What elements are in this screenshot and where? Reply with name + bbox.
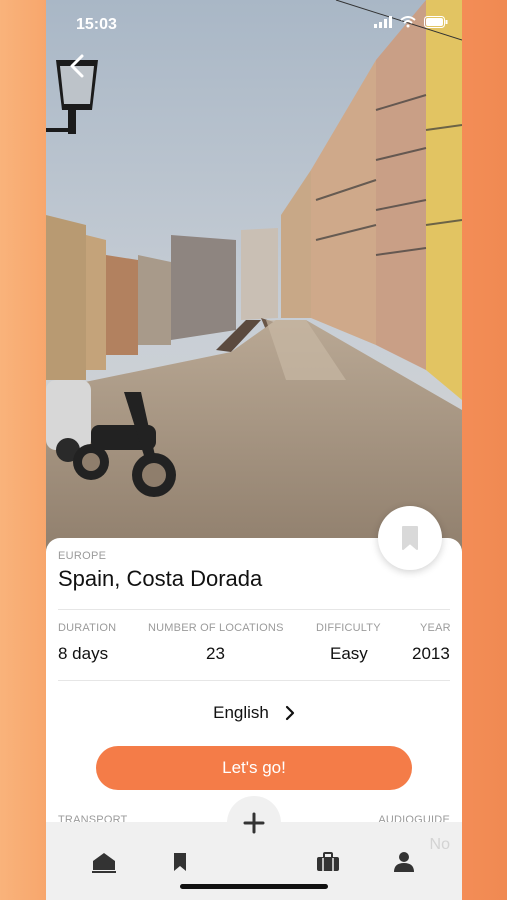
divider <box>58 680 450 681</box>
status-icons <box>374 16 448 28</box>
audioguide-value: No <box>429 836 450 853</box>
back-button[interactable] <box>64 52 92 80</box>
chevron-right-icon <box>285 705 294 721</box>
duration-label: DURATION <box>58 622 117 634</box>
tab-profile[interactable] <box>390 848 418 876</box>
year-label: YEAR <box>420 622 451 634</box>
bookmark-icon <box>402 526 418 550</box>
wifi-icon <box>400 16 416 28</box>
locations-label: NUMBER OF LOCATIONS <box>148 622 284 634</box>
tab-home[interactable] <box>90 848 118 876</box>
destination-photo <box>46 0 462 560</box>
language-value: English <box>213 703 269 722</box>
year-value: 2013 <box>412 644 450 663</box>
lets-go-button[interactable]: Let's go! <box>96 746 412 790</box>
tour-region: EUROPE <box>58 550 107 562</box>
add-button[interactable] <box>227 796 281 850</box>
divider <box>58 609 450 610</box>
suitcase-icon <box>317 852 339 871</box>
home-icon <box>92 853 116 873</box>
battery-icon <box>424 16 448 28</box>
tab-saved[interactable] <box>166 848 194 876</box>
locations-value: 23 <box>206 644 225 663</box>
status-time: 15:03 <box>76 16 117 33</box>
signal-icon <box>374 16 392 28</box>
tour-title: Spain, Costa Dorada <box>58 566 263 591</box>
profile-icon <box>394 852 414 872</box>
duration-value: 8 days <box>58 644 109 663</box>
phone-screen: 15:03 EUROPE Spain, Costa Dorada DURATIO… <box>46 0 462 900</box>
bookmark-button[interactable] <box>378 506 442 570</box>
difficulty-value: Easy <box>330 644 368 663</box>
bookmark-icon <box>174 853 186 871</box>
chevron-left-icon <box>70 54 84 78</box>
tab-trips[interactable] <box>314 848 342 876</box>
difficulty-label: DIFFICULTY <box>316 622 381 634</box>
home-indicator <box>180 884 328 889</box>
plus-icon <box>243 812 265 834</box>
language-selector[interactable]: English <box>213 703 295 723</box>
language-row: English <box>46 703 462 723</box>
